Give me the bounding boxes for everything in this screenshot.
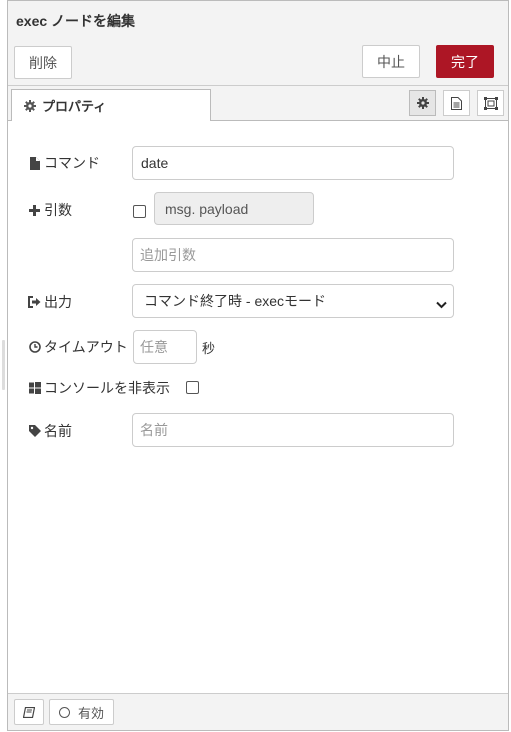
file-icon [28, 156, 41, 170]
hide-console-label: コンソールを非表示 [28, 378, 170, 398]
tray-footer: 有効 [8, 693, 508, 730]
resize-handle[interactable] [2, 340, 5, 390]
output-label-text: 出力 [44, 294, 72, 310]
timeout-unit: 秒 [202, 341, 216, 356]
done-button[interactable]: 完了 [436, 45, 494, 78]
delete-button[interactable]: 削除 [14, 46, 72, 79]
extra-args-input[interactable]: 追加引数 [132, 238, 454, 272]
enabled-label: 有効 [77, 705, 104, 721]
hide-console-label-text: コンソールを非表示 [44, 380, 170, 396]
tab-description[interactable] [443, 90, 470, 116]
timeout-input[interactable]: 任意 [133, 330, 197, 364]
tab-properties-label: プロパティ [42, 99, 107, 114]
append-label-text: 引数 [44, 202, 72, 218]
circle-icon [58, 706, 70, 718]
node-help-button[interactable] [14, 699, 44, 725]
output-label: 出力 [28, 292, 72, 312]
append-payload-field: msg. payload [154, 192, 314, 225]
name-label-text: 名前 [44, 423, 72, 439]
sign-out-icon [28, 296, 41, 308]
clock-icon [28, 341, 41, 353]
command-input[interactable]: date [132, 146, 454, 180]
name-input[interactable]: 名前 [132, 413, 454, 447]
edit-tray: exec ノードを編集 削除 中止 完了 プロパティ コマンド date 引数 … [7, 0, 509, 731]
tag-icon [28, 425, 41, 437]
output-select-value: コマンド終了時 - execモード [144, 293, 327, 309]
name-label: 名前 [28, 421, 72, 441]
object-group-icon [483, 96, 498, 110]
command-label-text: コマンド [44, 155, 100, 171]
book-icon [23, 706, 35, 718]
windows-icon [28, 382, 41, 394]
file-text-icon [451, 96, 462, 110]
cancel-button[interactable]: 中止 [362, 45, 420, 78]
enabled-toggle[interactable]: 有効 [49, 699, 114, 725]
output-select[interactable]: コマンド終了時 - execモード [132, 284, 454, 318]
timeout-label: タイムアウト [28, 337, 128, 357]
tray-title: exec ノードを編集 [16, 13, 136, 29]
tab-properties[interactable]: プロパティ [11, 89, 211, 121]
gear-icon [416, 97, 429, 109]
tab-settings[interactable] [409, 90, 436, 116]
gear-icon [24, 99, 36, 112]
plus-icon [28, 204, 41, 216]
tray-toolbar: 削除 中止 完了 [8, 39, 508, 86]
timeout-label-text: タイムアウト [44, 339, 128, 355]
command-label: コマンド [28, 153, 100, 173]
hide-console-checkbox[interactable] [186, 381, 199, 394]
tab-bar: プロパティ [8, 86, 508, 121]
append-payload-checkbox[interactable] [133, 205, 146, 218]
tab-appearance[interactable] [477, 90, 504, 116]
tray-header: exec ノードを編集 [8, 1, 508, 40]
chevron-down-icon [436, 296, 447, 312]
append-label: 引数 [28, 200, 72, 220]
properties-panel: コマンド date 引数 msg. payload 追加引数 出力 コマンド終了… [8, 121, 508, 694]
